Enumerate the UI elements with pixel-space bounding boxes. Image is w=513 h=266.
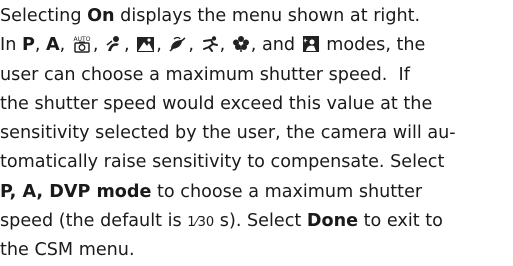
mode-p: P (21, 35, 35, 56)
default-shutter-fraction: 1⁄30 (187, 215, 215, 231)
night-portrait-icon (302, 35, 320, 53)
auto-scene-icon: AUTO (72, 35, 92, 54)
text-line-8: speed (the default is 1⁄30 s). Select Do… (0, 211, 443, 232)
sports-icon (201, 35, 219, 53)
done-option: Done (306, 211, 359, 232)
text-line-3: user can choose a maximum shutter speed.… (0, 64, 410, 85)
pa-dvp-mode-option: P, A, DVP mode (0, 181, 152, 202)
flower-icon (232, 35, 250, 53)
text-line-4: the shutter speed would exceed this valu… (0, 93, 433, 114)
on-option: On (87, 6, 115, 26)
text-line-5: sensitivity selected by the user, the ca… (0, 123, 456, 144)
manual-page: Selecting On displays the menu shown at … (0, 2, 513, 266)
close-up-icon (168, 35, 187, 53)
text-line-1: Selecting On displays the menu shown at … (0, 6, 421, 26)
landscape-icon (136, 35, 155, 53)
text-line-6: tomatically raise sensitivity to compens… (0, 152, 445, 173)
portrait-icon (105, 35, 123, 53)
text-line-7: P, A, DVP mode to choose a maximum shutt… (0, 181, 423, 202)
text-line-9: the CSM menu. (0, 240, 135, 261)
mode-a: A (46, 35, 60, 56)
text-line-2: In P, A, AUTO, , , , , , and modes, the (0, 35, 426, 56)
